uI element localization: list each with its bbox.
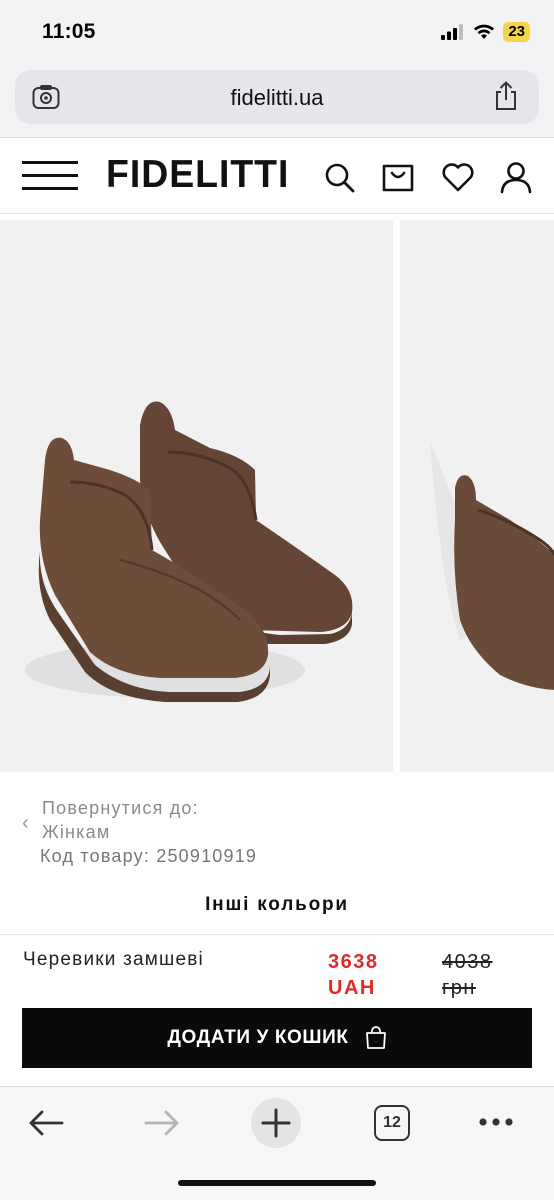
product-image-main[interactable] (0, 220, 393, 772)
status-icons: 23 (441, 22, 530, 42)
url-text: fidelitti.ua (230, 85, 324, 110)
wishlist-heart-icon[interactable] (441, 160, 475, 194)
add-to-cart-button[interactable]: ДОДАТИ У КОШИК (22, 1008, 532, 1068)
search-icon[interactable] (322, 160, 356, 194)
battery-indicator: 23 (503, 22, 530, 42)
product-gallery[interactable] (0, 220, 554, 772)
browser-address-area: fidelitti.ua (0, 62, 554, 138)
forward-arrow-icon[interactable] (144, 1109, 180, 1137)
product-image-next[interactable] (400, 220, 554, 772)
account-icon[interactable] (499, 160, 533, 194)
site-header: FIDELITTI (0, 139, 554, 214)
share-icon[interactable] (493, 81, 519, 111)
other-colors-heading: Інші кольори (205, 894, 349, 915)
sticky-purchase-bar: Черевики замшеві 3638 UAH 4038 грн ДОДАТ… (0, 934, 554, 1084)
breadcrumb-back-link[interactable]: Жінкам (42, 822, 110, 843)
address-bar[interactable]: fidelitti.ua (15, 70, 539, 124)
back-arrow-icon[interactable] (28, 1109, 64, 1137)
product-sku: Код товару: 250910919 (40, 846, 258, 866)
price-current-value: 3638 (328, 951, 379, 973)
add-to-cart-label: ДОДАТИ У КОШИК (167, 1027, 349, 1048)
tabs-count-button[interactable]: 12 (374, 1105, 410, 1141)
price-current-currency: UAH (328, 977, 376, 999)
price-old: 4038 грн (442, 949, 522, 1001)
signal-icon (441, 24, 464, 40)
more-options-icon[interactable] (478, 1117, 514, 1127)
price-old-value: 4038 (442, 951, 493, 973)
product-photo-next (430, 440, 554, 690)
price-old-currency: грн (442, 977, 476, 999)
price-current: 3638 UAH (328, 949, 408, 1001)
product-photo (25, 401, 353, 702)
status-time: 11:05 (42, 20, 96, 43)
wifi-icon (474, 24, 495, 39)
cart-icon[interactable] (381, 160, 415, 194)
product-name: Черевики замшеві (23, 949, 204, 970)
breadcrumb-back-label: Повернутися до: (42, 798, 199, 818)
site-logo[interactable]: FIDELITTI (106, 153, 289, 197)
new-tab-plus-icon[interactable] (250, 1097, 302, 1149)
back-chevron-icon[interactable]: ‹ (22, 812, 29, 835)
status-bar: 11:05 23 (0, 0, 554, 62)
shopping-bag-icon (365, 1026, 386, 1049)
home-indicator[interactable] (178, 1180, 376, 1186)
menu-icon[interactable] (22, 161, 78, 191)
